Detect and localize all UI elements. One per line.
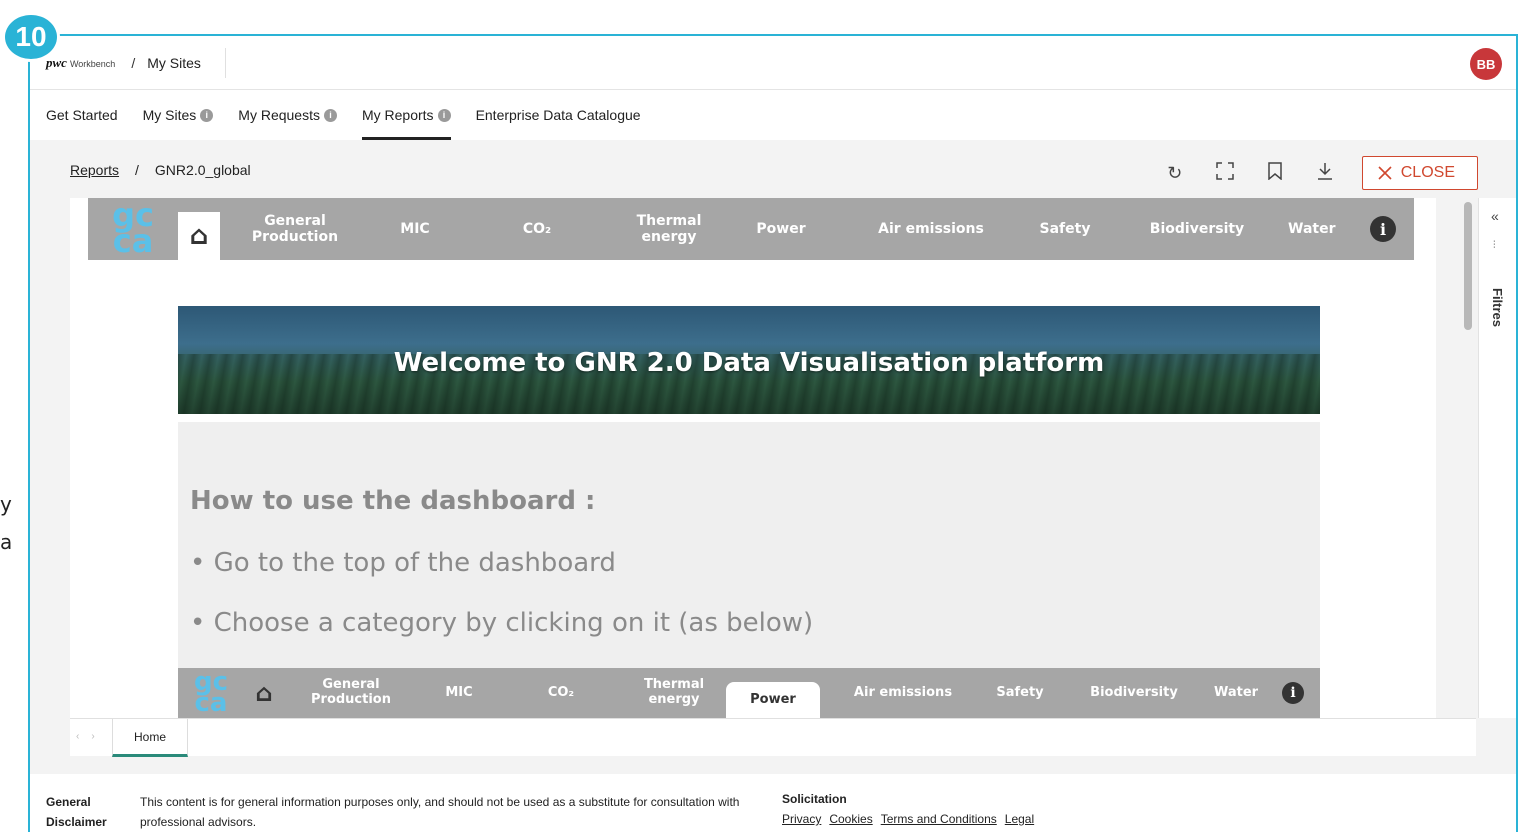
filter-icon: ⫶ [1493,240,1496,251]
bookmark-icon[interactable] [1262,161,1288,185]
banner-title: Welcome to GNR 2.0 Data Visualisation pl… [393,348,1105,378]
step-number-badge: 10 [2,12,60,62]
category-air-emissions: Air emissions [853,684,953,700]
footer-links: Privacy Cookies Terms and Conditions Leg… [782,812,1034,826]
gcca-logo: gc ca [193,667,229,718]
nav-tab-enterprise-data-catalogue[interactable]: Enterprise Data Catalogue [476,90,641,140]
category-safety: Safety [996,684,1044,700]
nav-tab-my-requests[interactable]: My Requests i [238,90,337,140]
category-biodiversity[interactable]: Biodiversity [1106,221,1288,237]
embedded-report: gc ca ⌂ General Production MIC CO₂ Therma… [70,198,1436,718]
solicitation-title: Solicitation [782,792,847,806]
nav-tab-get-started[interactable]: Get Started [46,90,118,140]
category-water: Water [1214,684,1259,700]
footer: General Disclaimer This content is for g… [30,774,1516,832]
nav-tab-my-reports[interactable]: My Reports i [361,90,451,140]
category-biodiversity: Biodiversity [1090,684,1178,700]
category-co2[interactable]: CO₂ [460,221,614,237]
home-icon: ⌂ [255,679,273,707]
nav-tab-label: My Requests [238,107,320,123]
close-button[interactable]: CLOSE [1361,156,1478,190]
pwc-logo: pwc [46,54,67,70]
footer-link-terms[interactable]: Terms and Conditions [881,812,997,826]
info-icon[interactable]: i [200,108,214,122]
screen-root: 10 y a pwc Workbench / My Sites BB Get S… [0,0,1522,832]
close-label: CLOSE [1400,164,1455,181]
close-icon [1378,166,1392,180]
report-category-nav: gc ca ⌂ General Production MIC CO₂ Therma… [88,198,1414,260]
disclaimer-text: This content is for general information … [140,795,740,829]
howto-step: • Choose a category by clicking on it (a… [190,608,814,638]
main-nav: Get Started My Sites i My Requests i My Re… [30,90,1516,140]
info-icon[interactable]: i [323,108,337,122]
category-power-selected: Power [726,682,820,718]
home-icon[interactable]: ⌂ [178,212,220,260]
report-scrollbar[interactable] [1464,202,1472,330]
welcome-banner: Welcome to GNR 2.0 Data Visualisation pl… [178,306,1320,414]
report-breadcrumb: Reports / GNR2.0_global [70,162,251,178]
report-workspace: Reports / GNR2.0_global ↻ CLOSE gc ca ⌂ … [30,140,1516,774]
breadcrumb-separator: / [135,162,139,178]
category-power[interactable]: Power [724,221,838,237]
report-toolbar: ↻ CLOSE [1162,156,1478,190]
nav-tab-my-sites[interactable]: My Sites i [143,90,214,140]
clipped-text-fragment: y [0,492,12,516]
category-co2: CO₂ [547,684,575,700]
nav-tab-label: My Sites [142,107,197,123]
info-icon: i [1282,682,1304,704]
category-mic[interactable]: MIC [370,221,460,237]
category-mic: MIC [445,684,473,700]
refresh-icon[interactable]: ↻ [1162,163,1188,184]
filters-label: Filtres [1490,288,1505,328]
divider [224,47,226,78]
footer-link-privacy[interactable]: Privacy [782,812,821,826]
howto-section: How to use the dashboard : • Go to the t… [178,422,1320,668]
footer-link-legal[interactable]: Legal [1005,812,1034,826]
nav-tab-label: Enterprise Data Catalogue [475,107,641,123]
user-avatar[interactable]: BB [1470,48,1502,80]
nav-tab-label: Get Started [46,107,118,123]
category-air-emissions[interactable]: Air emissions [838,221,1024,237]
category-water[interactable]: Water [1288,221,1335,237]
category-safety[interactable]: Safety [1024,221,1106,237]
gcca-logo: gc ca [112,198,154,260]
chevron-left-icon[interactable]: « [1491,208,1499,224]
howto-title: How to use the dashboard : [190,486,596,516]
category-thermal-energy: Thermal energy [643,677,705,707]
fullscreen-icon[interactable] [1212,161,1238,185]
breadcrumb-current-report: GNR2.0_global [154,162,251,178]
page-tab-home[interactable]: Home [112,719,188,757]
app-window: pwc Workbench / My Sites BB Get Started … [28,34,1518,832]
nav-tab-label: My Reports [361,107,434,123]
breadcrumb-reports-link[interactable]: Reports [70,162,119,178]
clipped-text-fragment: a [0,530,13,554]
page-nav-arrows[interactable]: ‹› [76,731,107,742]
info-icon[interactable]: i [1370,216,1396,242]
disclaimer-title: General Disclaimer [46,795,107,829]
download-icon[interactable] [1312,162,1338,185]
footer-link-cookies[interactable]: Cookies [829,812,872,826]
breadcrumb-my-sites[interactable]: My Sites [147,55,201,71]
category-general-production: General Production [311,677,391,707]
report-page-tabs: ‹› Home [70,718,1476,757]
workbench-label: Workbench [69,58,116,69]
info-icon[interactable]: i [437,108,451,122]
example-category-nav: gc ca ⌂ General Production MIC CO₂ Therma… [178,668,1320,718]
filters-panel[interactable]: « ⫶ Filtres [1478,198,1516,718]
top-bar: pwc Workbench / My Sites BB [30,36,1516,90]
category-thermal-energy[interactable]: Thermal energy [614,213,724,245]
howto-step: • Go to the top of the dashboard [190,548,616,578]
breadcrumb-separator: / [131,54,136,71]
category-general-production[interactable]: General Production [220,213,370,245]
